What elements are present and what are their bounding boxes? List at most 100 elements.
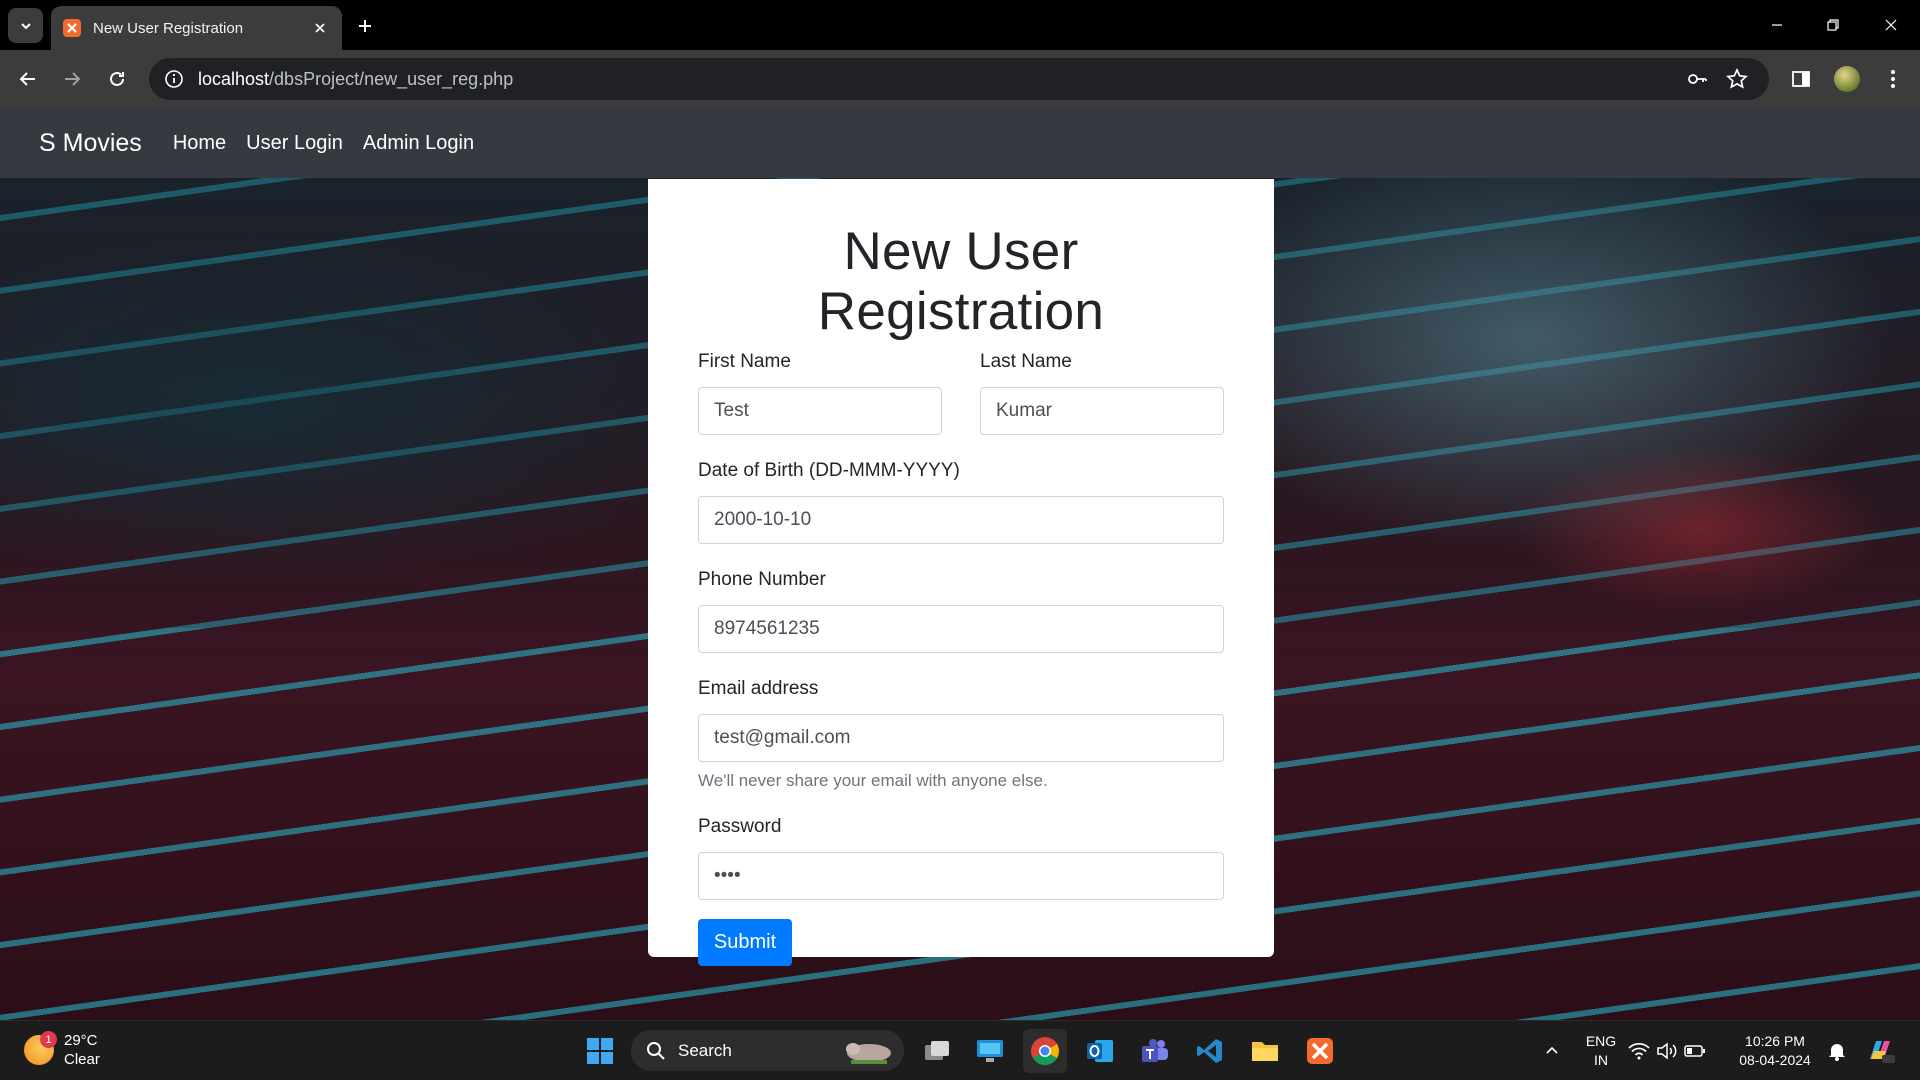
close-icon (1885, 19, 1897, 31)
registration-card: New User Registration First Name Test La… (648, 179, 1274, 966)
monitor-icon (977, 1040, 1003, 1062)
copilot-icon (1870, 1041, 1895, 1063)
close-window-button[interactable] (1876, 12, 1906, 38)
first-name-input[interactable]: Test (698, 387, 942, 435)
phone-group: Phone Number 8974561235 (698, 569, 1224, 653)
taskbar-xampp[interactable] (1298, 1029, 1342, 1073)
taskbar-vscode[interactable] (1188, 1029, 1232, 1073)
xampp-icon (1307, 1038, 1333, 1064)
search-highlight-icon (846, 1043, 891, 1064)
first-name-group: First Name Test (698, 351, 942, 435)
weather-text: 29°C Clear (64, 1031, 100, 1069)
bell-icon (1829, 1044, 1845, 1061)
nav-link-admin-login[interactable]: Admin Login (363, 132, 474, 155)
last-name-label: Last Name (980, 351, 1072, 372)
password-input[interactable]: •••• (698, 852, 1224, 900)
tab-title: New User Registration (93, 19, 244, 37)
nav-link-home[interactable]: Home (173, 132, 226, 155)
folder-icon (1252, 1042, 1278, 1061)
task-view-icon (925, 1041, 949, 1060)
url-text: localhost/dbsProject/new_user_reg.php (198, 69, 513, 90)
plus-icon (359, 20, 371, 32)
wifi-icon (1628, 1042, 1650, 1060)
taskbar-search-label: Search (678, 1040, 732, 1060)
weather-moon-icon: 1 (24, 1031, 57, 1065)
taskbar-outlook[interactable] (1078, 1029, 1122, 1073)
bookmark-star-icon[interactable] (1721, 63, 1753, 95)
nav-link-user-login[interactable]: User Login (246, 132, 343, 155)
minimize-button[interactable] (1762, 12, 1792, 38)
start-button[interactable] (578, 1029, 622, 1073)
reload-button[interactable] (100, 62, 134, 96)
site-brand[interactable]: S Movies (39, 129, 142, 158)
first-name-label: First Name (698, 351, 791, 372)
tab-search-button[interactable] (8, 8, 43, 43)
phone-label: Phone Number (698, 569, 826, 590)
task-view-button[interactable] (915, 1029, 959, 1073)
close-tab-icon[interactable] (310, 18, 330, 38)
back-button[interactable] (11, 62, 45, 96)
chevron-down-icon (20, 22, 31, 29)
language-indicator[interactable]: ENG IN (1582, 1032, 1620, 1070)
browser-tab[interactable]: New User Registration (51, 6, 342, 50)
submit-button[interactable]: Submit (698, 919, 792, 966)
weather-badge: 1 (40, 1031, 57, 1048)
site-info-icon[interactable] (154, 59, 194, 99)
reload-icon (110, 71, 124, 86)
dob-group: Date of Birth (DD-MMM-YYYY) 2000-10-10 (698, 460, 1224, 544)
taskbar-desktop-app[interactable] (968, 1029, 1012, 1073)
phone-input[interactable]: 8974561235 (698, 605, 1224, 653)
taskbar-file-explorer[interactable] (1243, 1029, 1287, 1073)
weather-temp: 29°C (64, 1032, 98, 1049)
windows-logo-icon (587, 1038, 613, 1064)
email-input[interactable]: test@gmail.com (698, 714, 1224, 762)
restore-button[interactable] (1818, 12, 1848, 38)
clock-time: 10:26 PM (1745, 1033, 1805, 1049)
language-bottom: IN (1594, 1052, 1608, 1068)
site-navbar: S Movies Home User Login Admin Login (0, 108, 1920, 178)
notifications-button[interactable] (1822, 1029, 1852, 1073)
email-help-text: We'll never share your email with anyone… (698, 771, 1048, 790)
last-name-input[interactable]: Kumar (980, 387, 1224, 435)
taskbar-search[interactable]: Search (631, 1030, 904, 1071)
xampp-favicon-icon (63, 19, 81, 37)
forward-button[interactable] (55, 62, 89, 96)
browser-tab-bar: New User Registration (0, 0, 1920, 50)
new-tab-button[interactable] (352, 13, 378, 39)
address-bar[interactable]: localhost/dbsProject/new_user_reg.php (149, 58, 1769, 100)
weather-widget[interactable]: 1 29°C Clear (24, 1031, 100, 1069)
last-name-group: Last Name Kumar (980, 351, 1224, 435)
chevron-up-icon (1546, 1046, 1558, 1054)
quick-settings-button[interactable] (1624, 1029, 1710, 1073)
taskbar-chrome[interactable] (1023, 1029, 1067, 1073)
url-host: localhost (198, 68, 270, 89)
chrome-icon (1031, 1037, 1059, 1065)
url-path: /dbsProject/new_user_reg.php (269, 68, 514, 89)
windows-taskbar: 1 29°C Clear Search ENG IN 10:26 PM 08-0… (0, 1020, 1920, 1080)
name-row: First Name Test Last Name Kumar (698, 351, 1224, 435)
password-group: Password •••• (698, 816, 1224, 900)
show-hidden-icons-button[interactable] (1532, 1029, 1572, 1073)
password-key-icon[interactable] (1681, 63, 1713, 95)
browser-menu-button[interactable] (1876, 62, 1910, 96)
clock[interactable]: 10:26 PM 08-04-2024 (1730, 1032, 1820, 1070)
search-icon (647, 1041, 665, 1060)
taskbar-teams[interactable] (1133, 1029, 1177, 1073)
password-label: Password (698, 816, 782, 837)
dob-input[interactable]: 2000-10-10 (698, 496, 1224, 544)
side-panel-button[interactable] (1784, 62, 1818, 96)
language-top: ENG (1585, 1033, 1617, 1049)
vscode-icon (1197, 1039, 1222, 1063)
more-vertical-icon (1891, 70, 1895, 88)
volume-icon (1657, 1042, 1677, 1060)
copilot-button[interactable] (1858, 1029, 1902, 1073)
email-group: Email address test@gmail.com We'll never… (698, 678, 1224, 791)
arrow-left-icon (19, 72, 35, 86)
profile-button[interactable] (1830, 62, 1864, 96)
avatar (1834, 66, 1860, 92)
dob-label: Date of Birth (DD-MMM-YYYY) (698, 460, 960, 481)
side-panel-icon (1792, 71, 1810, 87)
minimize-icon (1772, 24, 1782, 26)
teams-icon (1142, 1039, 1168, 1062)
browser-toolbar: localhost/dbsProject/new_user_reg.php (0, 50, 1920, 108)
